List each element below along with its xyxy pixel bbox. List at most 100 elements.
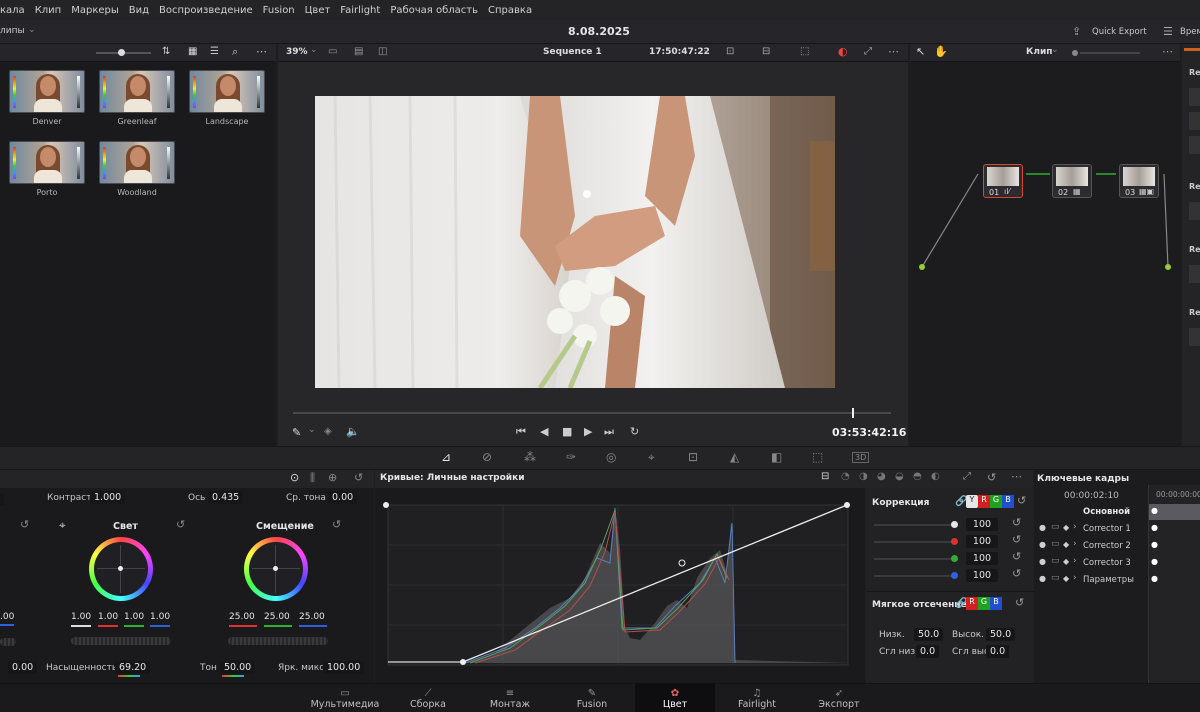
menu-item[interactable]: Fairlight (340, 5, 380, 16)
y-slider[interactable] (874, 524, 958, 526)
value-box[interactable] (0, 493, 4, 505)
crosshair-icon[interactable]: ⌖ (59, 518, 66, 533)
side-button[interactable] (1189, 202, 1200, 220)
hue-sat-icon[interactable]: ◑ (859, 471, 868, 482)
gallery-dropdown[interactable]: липы (0, 26, 25, 36)
list-view-icon[interactable]: ☰ (210, 46, 219, 57)
keyframe-row[interactable]: ● ▭ ◆ › Corrector 3 ● (1036, 555, 1158, 571)
left-value-field[interactable]: 0.00 (8, 661, 38, 674)
lock-icon[interactable]: ▭ (1051, 522, 1060, 532)
chevron-right-icon[interactable]: › (1073, 539, 1077, 549)
saturation-field[interactable]: 69.20 (115, 661, 151, 674)
menu-item[interactable]: Маркеры (71, 5, 119, 16)
window-icon[interactable]: ◎ (606, 450, 616, 464)
go-to-end-icon[interactable]: ⏭ (604, 425, 614, 439)
keyframe-dot[interactable]: ● (1039, 540, 1046, 549)
side-button[interactable] (1189, 136, 1200, 154)
quick-export-button[interactable]: Quick Export (1092, 27, 1147, 37)
sort-icon[interactable]: ⇅ (162, 46, 170, 57)
still-thumbnail[interactable] (189, 70, 265, 113)
zoom-dropdown[interactable]: 39% (286, 47, 308, 57)
hand-icon[interactable]: ✋ (934, 45, 948, 58)
light-r-value[interactable]: 1.00 (98, 612, 118, 622)
keyframe-dot[interactable]: ● (1151, 540, 1158, 549)
chevron-right-icon[interactable]: › (1073, 556, 1077, 566)
chevron-right-icon[interactable]: › (1073, 522, 1077, 532)
r-slider[interactable] (874, 541, 958, 543)
channel-y-toggle[interactable]: Y (966, 495, 978, 508)
reset-icon[interactable]: ↺ (1017, 494, 1026, 507)
r-value[interactable]: 100 (966, 535, 998, 548)
keyframe-row[interactable]: ● ▭ ◆ › Corrector 1 ● (1036, 521, 1158, 537)
hue-hue-icon[interactable]: ◔ (841, 471, 850, 482)
grid-view-icon[interactable]: ▦ (188, 46, 197, 57)
picker-icon[interactable]: ✎ (292, 426, 301, 439)
keyframe-dot[interactable]: ● (1151, 506, 1158, 515)
reset-icon[interactable]: ↺ (20, 518, 29, 531)
side-button[interactable] (1189, 88, 1200, 106)
loop-icon[interactable]: ↻ (630, 425, 639, 438)
page-tab-fusion[interactable]: ✎ Fusion (552, 688, 632, 712)
menu-item[interactable]: Клип (35, 5, 62, 16)
chevron-down-icon[interactable]: ⌄ (28, 25, 36, 35)
more-icon[interactable]: ⋯ (1162, 45, 1173, 58)
eyedropper-icon[interactable]: ✑ (566, 450, 576, 464)
curves-graph[interactable] (375, 488, 865, 688)
lock-icon[interactable]: ▭ (1051, 573, 1060, 583)
menu-item[interactable]: Справка (488, 5, 532, 16)
page-tab-deliver[interactable]: ➶ Экспорт (799, 688, 879, 712)
sequence-dropdown[interactable]: Sequence 1 (543, 47, 602, 57)
high-soft-field[interactable]: 0.0 (986, 645, 1010, 658)
reset-icon[interactable]: ↺ (1012, 533, 1021, 546)
lift-value-edge[interactable]: .00 (0, 612, 14, 622)
keyframe-dot[interactable]: ● (1151, 574, 1158, 583)
channel-b-toggle[interactable]: B (1002, 495, 1014, 508)
color-warper-icon[interactable]: ⁂ (524, 450, 536, 464)
keyframe-dot[interactable]: ● (1151, 557, 1158, 566)
stop-icon[interactable]: ■ (562, 425, 572, 438)
reset-icon[interactable]: ↺ (1012, 516, 1021, 529)
chevron-down-icon[interactable]: ⌄ (1051, 45, 1059, 55)
page-tab-cut[interactable]: ⟋ Сборка (388, 688, 468, 712)
light-y-value[interactable]: 1.00 (71, 612, 91, 622)
still-thumbnail[interactable] (99, 70, 175, 113)
offset-r-value[interactable]: 25.00 (229, 612, 255, 622)
menu-item[interactable]: Воспроизведение (159, 5, 253, 16)
keyframe-dot[interactable]: ● (1151, 523, 1158, 532)
light-color-wheel[interactable] (89, 537, 153, 601)
menu-item[interactable]: Fusion (263, 5, 295, 16)
keyframe-dot[interactable]: ● (1039, 523, 1046, 532)
side-button[interactable] (1189, 112, 1200, 130)
zoom-handle[interactable] (1072, 50, 1078, 56)
diamond-icon[interactable]: ◆ (1063, 574, 1069, 583)
offset-master-slider[interactable] (228, 637, 328, 645)
more-icon[interactable]: ⋯ (1011, 470, 1022, 483)
volume-icon[interactable]: 🔈 (346, 425, 360, 438)
transform-icon[interactable]: ⬚ (800, 46, 809, 57)
zoom-slider[interactable] (1080, 52, 1140, 54)
still-thumbnail[interactable] (9, 141, 85, 184)
timecode-display[interactable]: 17:50:47:22 (649, 47, 710, 57)
layers-icon[interactable]: ◈ (324, 426, 332, 437)
channel-g-toggle[interactable]: G (990, 495, 1002, 508)
keyframe-row[interactable]: ● ▭ ◆ › Параметры ● (1036, 572, 1158, 588)
zoom-icon[interactable]: ⊕ (328, 471, 337, 484)
side-button[interactable] (1189, 328, 1200, 346)
key-icon[interactable]: ◧ (771, 450, 782, 464)
page-tab-edit[interactable]: ≡ Монтаж (470, 688, 550, 712)
chevron-down-icon[interactable]: ⌄ (595, 45, 603, 55)
light-master-slider[interactable] (71, 637, 171, 645)
wipe-icon[interactable]: ◫ (378, 46, 387, 57)
light-b-value[interactable]: 1.00 (150, 612, 170, 622)
side-button[interactable] (1189, 265, 1200, 283)
chevron-right-icon[interactable]: › (1073, 573, 1077, 583)
3d-icon[interactable]: 3D (852, 452, 870, 463)
chevron-down-icon[interactable]: ⌄ (308, 425, 316, 435)
light-g-value[interactable]: 1.00 (124, 612, 144, 622)
b-slider-handle[interactable] (951, 572, 958, 579)
more-icon[interactable]: ⋯ (888, 45, 899, 58)
viewer-layout-icon[interactable]: ▭ (328, 46, 337, 57)
menu-item[interactable]: кала (0, 5, 25, 16)
b-slider[interactable] (874, 575, 958, 577)
clip-g-toggle[interactable]: G (978, 597, 990, 610)
